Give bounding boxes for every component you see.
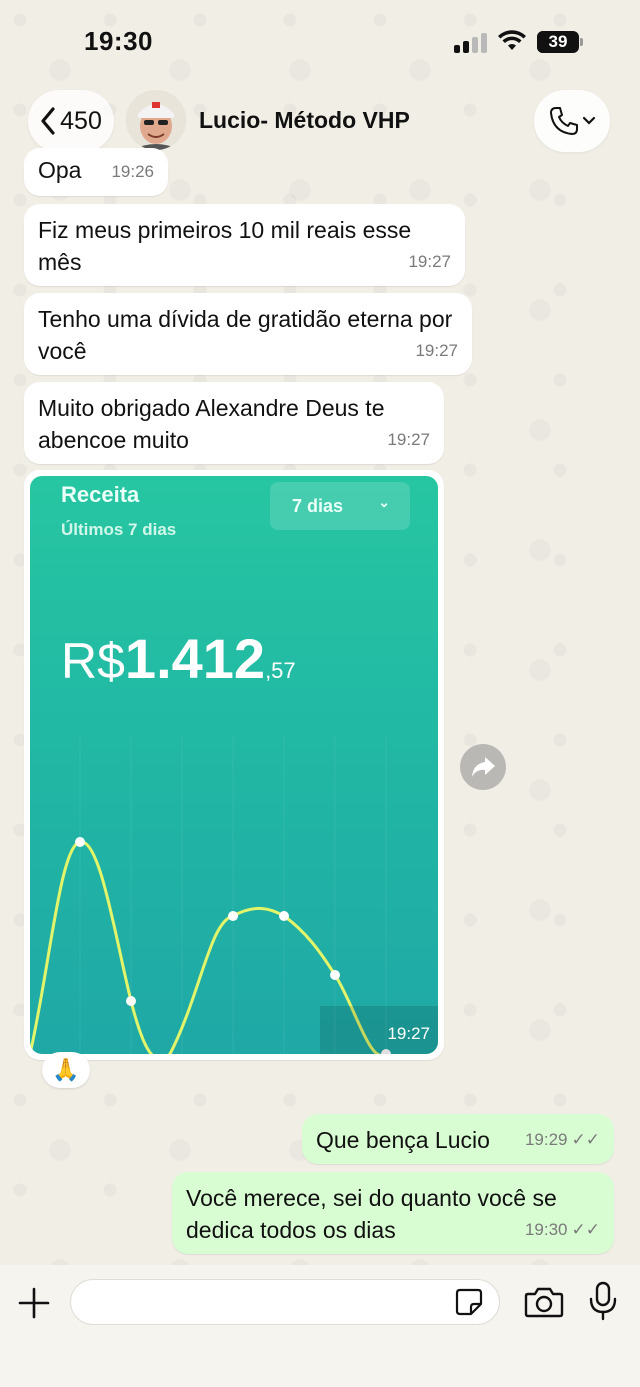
camera-icon[interactable] bbox=[524, 1285, 564, 1319]
status-bar: 19:30 39 bbox=[0, 0, 640, 80]
range-selector: 7 dias ⌄ bbox=[270, 482, 410, 530]
avatar-picture bbox=[126, 90, 186, 150]
call-button[interactable] bbox=[534, 90, 610, 152]
amount-integer: 1.412 bbox=[124, 627, 266, 690]
message-time: 19:26 bbox=[111, 162, 154, 181]
battery-icon: 39 bbox=[537, 31, 579, 53]
message-time: 19:27 bbox=[415, 341, 458, 360]
input-bar bbox=[0, 1265, 640, 1387]
message-bubble[interactable]: Que bença Lucio 19:29 ✓✓ bbox=[302, 1114, 614, 1164]
revenue-amount: R$1.412,57 bbox=[61, 626, 296, 691]
range-selector-label: 7 dias bbox=[292, 495, 344, 516]
message-text: Opa bbox=[38, 157, 82, 183]
message-bubble[interactable]: Muito obrigado Alexandre Deus te abencoe… bbox=[24, 382, 444, 464]
message-text: Muito obrigado Alexandre Deus te abencoe… bbox=[38, 395, 385, 453]
chevron-down-icon bbox=[582, 116, 596, 125]
message-time: 19:27 bbox=[408, 252, 451, 271]
message-bubble[interactable]: Você merece, sei do quanto você se dedic… bbox=[172, 1172, 614, 1254]
revenue-card-subtitle: Últimos 7 dias bbox=[61, 520, 177, 539]
chart-point bbox=[279, 911, 289, 921]
revenue-line-chart bbox=[30, 736, 438, 1054]
revenue-card-title: Receita bbox=[61, 482, 140, 507]
message-time: 19:27 bbox=[387, 430, 430, 449]
message-bubble[interactable]: Fiz meus primeiros 10 mil reais esse mês… bbox=[24, 204, 465, 286]
contact-name[interactable]: Lucio- Método VHP bbox=[199, 107, 410, 134]
message-time-text: 19:30 bbox=[524, 1220, 568, 1239]
battery-percentage: 39 bbox=[548, 32, 568, 51]
chevron-left-icon bbox=[41, 107, 55, 135]
chart-point bbox=[75, 837, 85, 847]
message-bubble[interactable]: Opa 19:26 bbox=[24, 148, 168, 196]
chart-point bbox=[330, 970, 340, 980]
battery-nub bbox=[580, 38, 583, 46]
message-time: 19:29 ✓✓ bbox=[525, 1124, 600, 1156]
message-input[interactable] bbox=[70, 1279, 500, 1325]
message-text: Que bença Lucio bbox=[316, 1127, 490, 1153]
image-message[interactable]: Receita Últimos 7 dias 7 dias ⌄ R$1.412,… bbox=[24, 470, 444, 1060]
amount-currency: R$ bbox=[61, 633, 125, 689]
back-button[interactable]: 450 bbox=[28, 90, 114, 152]
forward-icon bbox=[472, 757, 495, 777]
amount-cents: ,57 bbox=[265, 658, 296, 683]
plus-icon[interactable] bbox=[16, 1285, 52, 1321]
revenue-screenshot: Receita Últimos 7 dias 7 dias ⌄ R$1.412,… bbox=[30, 476, 438, 1054]
forward-button[interactable] bbox=[460, 744, 506, 790]
unread-count: 450 bbox=[60, 106, 102, 135]
status-time: 19:30 bbox=[84, 26, 153, 56]
phone-icon bbox=[550, 107, 578, 135]
wifi-icon bbox=[498, 30, 526, 50]
microphone-icon[interactable] bbox=[588, 1281, 618, 1321]
message-bubble[interactable]: Tenho uma dívida de gratidão eterna por … bbox=[24, 293, 472, 375]
message-text: Tenho uma dívida de gratidão eterna por … bbox=[38, 306, 453, 364]
message-time: 19:27 bbox=[387, 1024, 430, 1043]
chevron-down-icon: ⌄ bbox=[378, 494, 390, 510]
message-text: Fiz meus primeiros 10 mil reais esse mês bbox=[38, 217, 412, 275]
contact-avatar[interactable] bbox=[126, 90, 186, 150]
message-reaction[interactable]: 🙏 bbox=[42, 1052, 90, 1088]
read-receipt-icon: ✓✓ bbox=[571, 1130, 601, 1149]
chart-point bbox=[228, 911, 238, 921]
chart-point bbox=[126, 996, 136, 1006]
cellular-signal-icon bbox=[454, 33, 488, 53]
message-time-text: 19:29 bbox=[524, 1130, 568, 1149]
sticker-icon[interactable] bbox=[454, 1287, 484, 1317]
message-time: 19:30 ✓✓ bbox=[525, 1214, 600, 1246]
read-receipt-icon: ✓✓ bbox=[571, 1220, 601, 1239]
